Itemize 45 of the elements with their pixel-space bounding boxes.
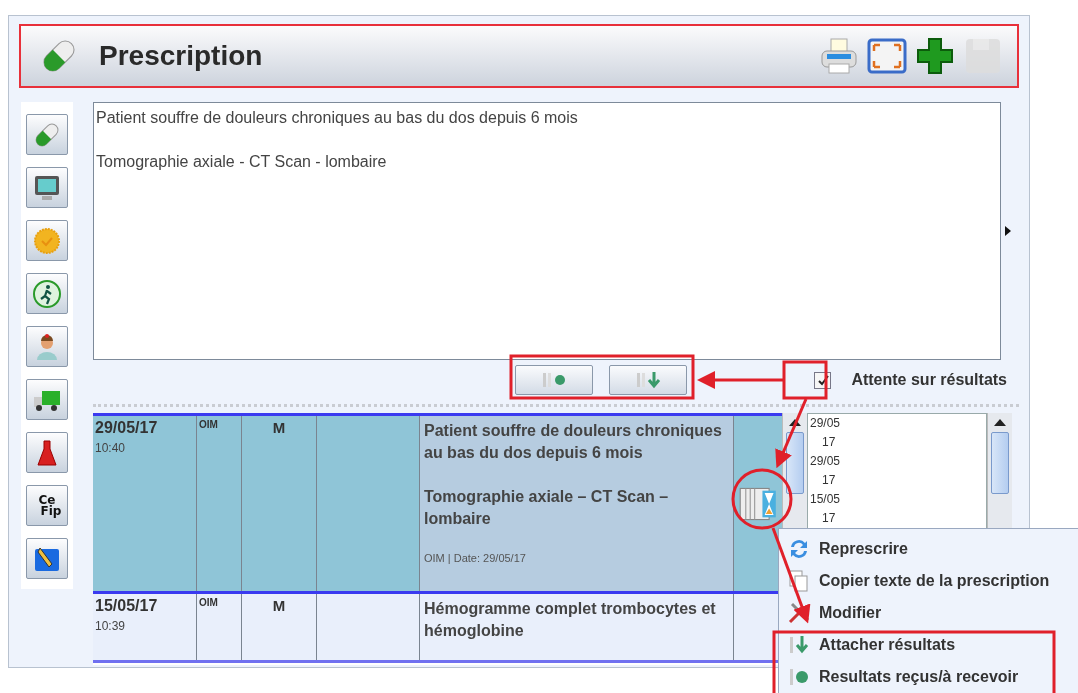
author-text: OIM bbox=[199, 597, 219, 608]
prescription-text-area[interactable]: Patient souffre de douleurs chroniques au bas du dos depuis 6 mois Tomographie axiale - CT Scan - lombaire bbox=[93, 102, 1001, 360]
date-text: 15/05 bbox=[810, 491, 842, 508]
date-text: 29/05/17 bbox=[95, 419, 159, 437]
attach-results-button[interactable] bbox=[609, 365, 687, 395]
runner-button[interactable] bbox=[26, 273, 68, 314]
date-text: 29/05 bbox=[810, 453, 842, 470]
year-text: 17 bbox=[821, 472, 837, 489]
annotation-arrow bbox=[775, 398, 808, 469]
prescription-text: Patient souffre de douleurs chroniques au bas du dos depuis 6 mois bbox=[424, 421, 723, 463]
table-row[interactable]: 29/05/17 10:40 OIM M Patient souffre de douleurs chroniques au bas du dos depuis 6 mois Tomographie axiale – CT Scan – lombaire OIM | Date: 29/05/17 bbox=[93, 413, 782, 591]
pill-button[interactable] bbox=[26, 114, 68, 155]
represcribe-menu-item[interactable]: Represcrire bbox=[779, 533, 1078, 565]
truck-button[interactable] bbox=[26, 379, 68, 420]
results-received-button[interactable] bbox=[515, 365, 593, 395]
edit-menu-item[interactable]: Modifier bbox=[779, 597, 1078, 629]
monitor-button[interactable] bbox=[26, 167, 68, 208]
type-text: M bbox=[272, 419, 286, 436]
year-text: 17 bbox=[821, 510, 837, 527]
medal-button[interactable] bbox=[26, 220, 68, 261]
author-text: OIM bbox=[199, 419, 219, 430]
date-text: 29/05 bbox=[810, 415, 842, 432]
pen-button[interactable] bbox=[26, 538, 68, 579]
copy-menu-item[interactable]: Copier texte de la prescription bbox=[779, 565, 1078, 597]
received-menu-item[interactable]: Resultats reçus/à recevoir bbox=[779, 661, 1078, 693]
attach-menu-item[interactable]: Attacher résultats bbox=[779, 629, 1078, 661]
year-text: 17 bbox=[821, 434, 837, 451]
time-text: 10:39 bbox=[95, 619, 127, 633]
checkbox-label: Attente sur résultats bbox=[851, 371, 1007, 389]
highlight-circle bbox=[731, 468, 793, 530]
time-text: 10:40 bbox=[95, 441, 127, 455]
prescription-text: Tomographie axiale – CT Scan – lombaire bbox=[424, 487, 670, 529]
expand-arrow-icon[interactable] bbox=[1005, 226, 1011, 236]
footer-text: OIM | Date: 29/05/17 bbox=[424, 552, 527, 564]
copy-icon bbox=[787, 569, 811, 593]
date-text: 15/05/17 bbox=[95, 597, 159, 615]
highlight-frame bbox=[782, 360, 828, 400]
nurse-button[interactable] bbox=[26, 326, 68, 367]
prescription-text: Hémogramme complet trombocytes et hémoglobine bbox=[424, 599, 717, 641]
flask-button[interactable] bbox=[26, 432, 68, 473]
medal-icon bbox=[32, 225, 62, 256]
type-text: M bbox=[272, 597, 286, 614]
runner-icon bbox=[32, 278, 62, 309]
window-title: Prescription bbox=[99, 40, 263, 72]
cefip-button[interactable]: Ce Fip bbox=[26, 485, 68, 526]
